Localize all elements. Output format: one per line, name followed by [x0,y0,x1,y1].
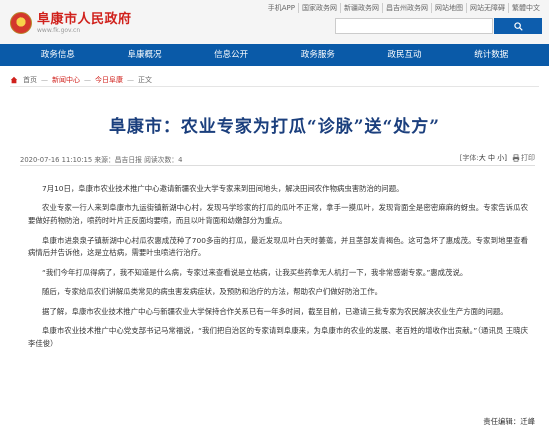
breadcrumb-home[interactable]: 首页 [23,75,37,85]
breadcrumb-separator-icon: — [127,75,134,84]
util-link-accessibility[interactable]: 网站无障碍 [466,3,508,13]
nav-item-interaction[interactable]: 政民互动 [361,44,448,66]
site-header: 阜康市人民政府 www.fk.gov.cn 手机APP 国家政务网 新疆政务网 … [0,0,549,44]
article-paragraph: 随后，专家给瓜农们讲解瓜类常见的病虫害发病症状，及预防和治疗的方法，帮助农户们做… [42,287,382,297]
article-tools: [字体:大 中 小] 打印 [460,153,535,163]
home-icon [10,76,18,83]
breadcrumb: 首页 — 新闻中心 — 今日阜康 — 正文 [10,73,539,87]
util-link-xinjiang[interactable]: 新疆政务网 [340,3,382,13]
font-size-small-button[interactable]: 小] [497,154,507,162]
util-link-sitemap[interactable]: 网站地图 [431,3,466,13]
search-box [335,18,493,40]
site-url: www.fk.gov.cn [37,26,81,34]
breadcrumb-separator-icon: — [41,75,48,84]
util-link-changji[interactable]: 昌吉州政务网 [382,3,431,13]
breadcrumb-current: 正文 [138,75,152,84]
article-paragraph: 阜康市进泉泉子镇新湖中心村瓜农惠成茂种了700多亩的打瓜，最近发现瓜叶白天时萎蔫… [28,235,528,258]
article-paragraph: 阜康市农业技术推广中心党支部书记马常福说，“我们把自治区的专家请到阜康来，为阜康… [28,326,528,348]
font-size-large-button[interactable]: 大 [479,154,486,162]
util-link-app[interactable]: 手机APP [265,3,298,13]
article-meta: 2020-07-16 11:10:15 来源：昌吉日报 阅读次数：4 [字体:大… [20,152,535,166]
print-label: 打印 [521,154,535,162]
search-icon [513,21,523,31]
nav-item-government-info[interactable]: 政务信息 [15,44,102,66]
main-nav: 政务信息 阜康概况 信息公开 政务服务 政民互动 统计数据 [0,44,549,66]
nav-item-statistics[interactable]: 统计数据 [448,44,535,66]
breadcrumb-today[interactable]: 今日阜康 [95,75,123,85]
breadcrumb-separator-icon: — [84,75,91,84]
nav-item-services[interactable]: 政务服务 [275,44,362,66]
article-paragraph: 据了解，阜康市农业技术推广中心与新疆农业大学保持合作关系已有一年多时间，截至目前… [42,306,508,316]
article-paragraph: “我们今年打瓜得病了，我不知道是什么病，专家过来查看说是立枯病，让我买些药拿无人… [42,267,468,277]
site-title: 阜康市人民政府 [37,11,132,27]
print-button[interactable]: 打印 [512,153,535,163]
print-icon [512,154,520,162]
article-meta-info: 2020-07-16 11:10:15 来源：昌吉日报 阅读次数：4 [20,156,183,164]
font-size-medium-button[interactable]: 中 [488,154,495,162]
article-paragraph: 7月10日，阜康市农业技术推广中心邀请新疆农业大学专家来到田间地头，解决田间农作… [42,184,404,193]
national-emblem-icon [10,12,32,34]
font-size-label: [字体:大 中 小] [459,154,507,162]
nav-item-overview[interactable]: 阜康概况 [101,44,188,66]
site-logo[interactable]: 阜康市人民政府 www.fk.gov.cn [10,10,132,36]
search-button[interactable] [494,18,542,34]
article-body: 7月10日，阜康市农业技术推广中心邀请新疆农业大学专家来到田间地头，解决田间农作… [28,183,528,357]
article-title: 阜康市：农业专家为打瓜“诊脉”送“处方” [108,117,441,137]
search-input[interactable] [336,25,492,40]
breadcrumb-news[interactable]: 新闻中心 [52,75,80,85]
nav-item-disclosure[interactable]: 信息公开 [188,44,275,66]
utility-links: 手机APP 国家政务网 新疆政务网 昌吉州政务网 网站地图 网站无障碍 繁體中文 [265,3,543,13]
article-paragraph: 农业专家一行人来到阜康市九运街镇新湖中心村，发现马学珍家的打瓜的瓜叶不正常，拿手… [28,203,528,226]
util-link-traditional[interactable]: 繁體中文 [508,3,543,13]
util-link-national[interactable]: 国家政务网 [298,3,340,13]
article-editor: 责任编辑：迁峰 [483,417,535,426]
